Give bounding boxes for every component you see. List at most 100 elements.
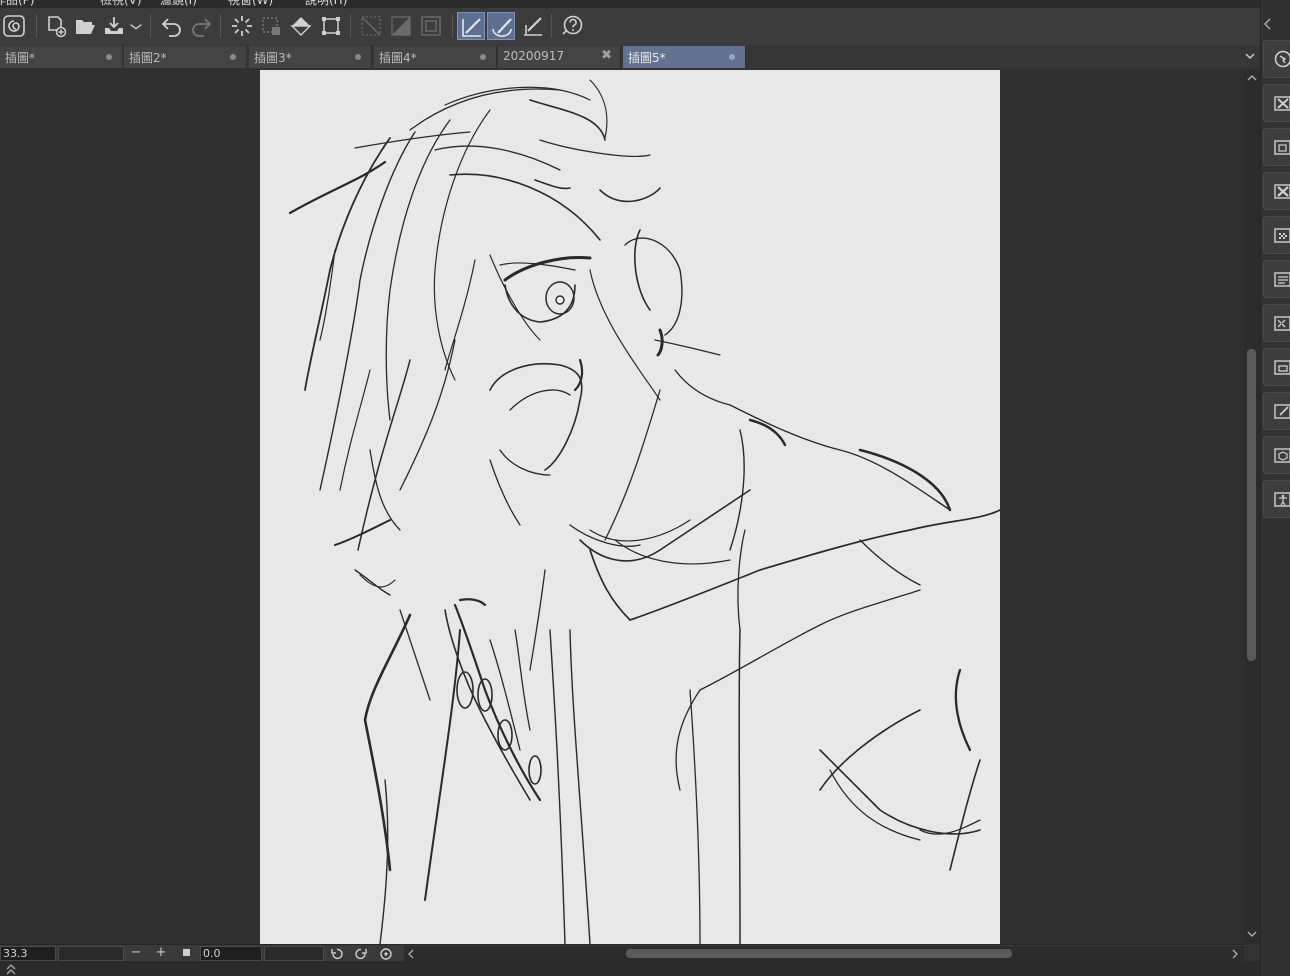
vertical-scrollbar[interactable] [1244,69,1260,944]
redo-button[interactable] [187,12,215,40]
snap-to-special-ruler-button[interactable] [487,12,515,40]
fill-icon [290,17,312,36]
dock-button-close[interactable] [1263,172,1290,210]
dock-button-layer-search[interactable] [1263,304,1290,342]
help-icon [562,15,583,35]
auto-action-icon [1274,404,1290,419]
unsaved-dot-icon[interactable] [729,54,735,60]
rotate-right-icon[interactable] [353,946,369,961]
open-file-button[interactable] [71,12,99,40]
save-options-dropdown[interactable] [128,12,144,40]
tab-label: 插圖4* [379,51,417,65]
tab-illustration-3[interactable]: 插圖3* [249,46,372,68]
menu-item-window[interactable]: 視窗(W) [228,0,273,8]
layer-property-icon [1274,272,1290,287]
ruler-icon [361,16,381,36]
app-logo-button[interactable] [0,12,28,40]
unsaved-dot-icon[interactable] [355,54,361,60]
3d-object-icon [1274,448,1290,463]
redo-icon [192,18,212,37]
frame-icon [421,16,441,36]
unsaved-dot-icon[interactable] [230,54,236,60]
rotation-angle-field[interactable]: 0.0 [200,946,262,961]
tab-illustration-1[interactable]: 插圖* [0,46,123,68]
snap-to-ruler-button[interactable] [457,12,485,40]
scroll-left-icon[interactable] [404,946,418,961]
transform-icon [322,17,340,35]
sketch-drawing [288,79,1000,944]
dock-button-layer-property[interactable] [1263,260,1290,298]
tab-label: 插圖5* [628,51,666,65]
undo-icon [161,18,181,37]
swirl-icon [3,15,25,37]
bottom-panel-bar [0,961,1260,976]
unsaved-dot-icon[interactable] [480,54,486,60]
gradient-button[interactable] [387,12,415,40]
gradient-icon [391,16,411,36]
close-icon[interactable]: ✖ [601,48,612,63]
zoom-in-button[interactable]: + [153,946,169,961]
tab-illustration-5[interactable]: 插圖5* [623,46,746,68]
drawing-canvas[interactable] [260,70,1000,944]
fit-view-button[interactable] [178,946,194,961]
scroll-up-icon[interactable] [1244,71,1260,85]
dock-button-navigator[interactable] [1263,40,1290,78]
dock-button-auto-action[interactable] [1263,392,1290,430]
menu-bar: 作品(P) 檢視(V) 濾鏡(I) 視窗(W) 說明(H) [0,0,1290,8]
frame-button[interactable] [417,12,445,40]
spinner-icon [232,16,252,36]
navigator-icon [1274,50,1290,68]
clear-selection-button[interactable] [257,12,285,40]
scroll-down-icon[interactable] [1244,927,1260,941]
vertical-scroll-thumb[interactable] [1247,349,1256,661]
horizontal-scrollbar[interactable] [404,946,1244,961]
sub-view-icon [1274,228,1290,243]
rotation-slider[interactable] [264,946,324,961]
dock-button-accessibility[interactable] [1263,480,1290,518]
tab-label: 插圖3* [254,51,292,65]
dock-button-3d-object[interactable] [1263,436,1290,474]
dock-button-layer[interactable] [1263,84,1290,122]
menu-item-file[interactable]: 作品(P) [0,0,35,8]
rotate-left-icon[interactable] [329,946,345,961]
menu-item-view[interactable]: 檢視(V) [100,0,142,8]
history-icon [1274,360,1290,375]
tab-illustration-4[interactable]: 插圖4* [374,46,497,68]
reset-rotation-icon[interactable] [378,946,394,961]
tab-illustration-2[interactable]: 插圖2* [124,46,247,68]
zoom-slider[interactable] [58,946,124,961]
undo-button[interactable] [158,12,186,40]
layer-search-icon [1274,316,1290,331]
zoom-out-button[interactable]: − [128,946,144,961]
snap-to-grid-button[interactable] [519,12,547,40]
save-button[interactable] [100,12,128,40]
selection-icon [262,17,280,35]
expand-up-icon[interactable] [4,963,18,975]
dock-button-history[interactable] [1263,348,1290,386]
collapse-dock-icon[interactable] [1260,12,1276,36]
fill-button[interactable] [287,12,315,40]
tab-20200917[interactable]: 20200917 ✖ [498,46,621,68]
horizontal-scroll-thumb[interactable] [626,949,1012,958]
material-icon [1274,140,1290,155]
close-panel-icon [1274,184,1290,199]
unsaved-dot-icon[interactable] [106,54,112,60]
dock-button-material[interactable] [1263,128,1290,166]
new-file-button[interactable] [42,12,70,40]
loading-button[interactable] [228,12,256,40]
document-tab-bar: 插圖* 插圖2* 插圖3* 插圖4* 20200917 ✖ 插圖5* [0,45,1260,68]
ruler-button[interactable] [357,12,385,40]
layer-panel-icon [1274,96,1290,111]
menu-item-filter[interactable]: 濾鏡(I) [160,0,197,8]
menu-item-help[interactable]: 說明(H) [305,0,347,8]
transform-button[interactable] [317,12,345,40]
scroll-right-icon[interactable] [1228,946,1242,961]
zoom-level-field[interactable]: 33.3 [0,946,56,961]
tab-label: 插圖* [5,51,36,65]
tab-label: 插圖2* [129,51,167,65]
dock-button-subview[interactable] [1263,216,1290,254]
tab-list-chevron-icon[interactable] [1243,48,1257,64]
help-button[interactable] [558,12,586,40]
save-icon [105,17,123,34]
snap-grid-icon [524,17,542,36]
